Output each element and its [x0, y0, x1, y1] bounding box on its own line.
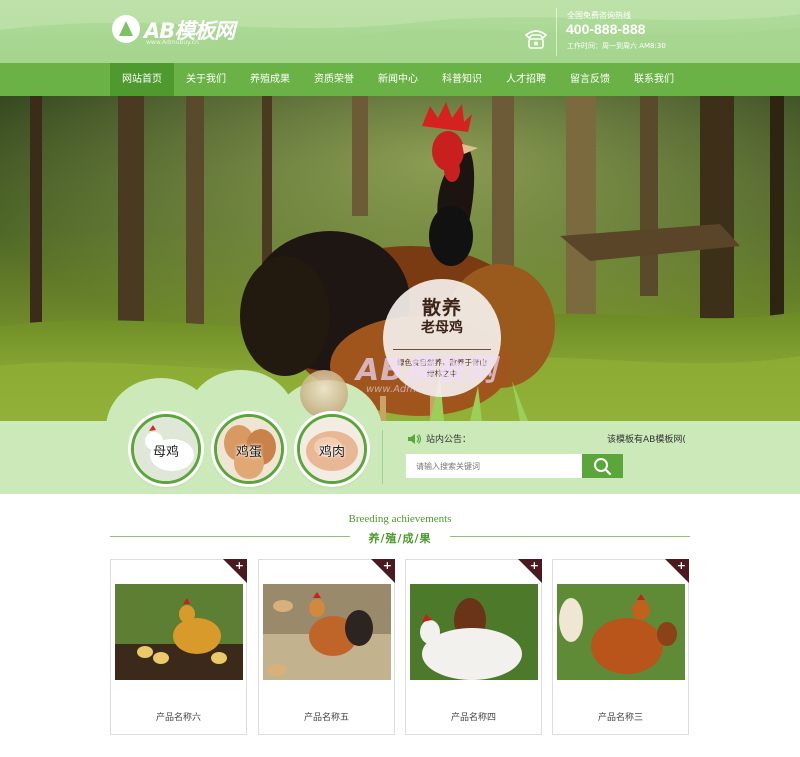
- product-name[interactable]: 产品名称六: [111, 710, 246, 723]
- notice-text[interactable]: 该模板有AB模板网(: [607, 432, 686, 445]
- plus-icon[interactable]: +: [383, 559, 392, 572]
- product-name[interactable]: 产品名称三: [553, 710, 688, 723]
- category-hen[interactable]: 母鸡: [131, 414, 201, 484]
- badge-title: 散养: [421, 297, 462, 319]
- search-button[interactable]: [582, 454, 623, 478]
- notice-label: 站内公告：: [426, 435, 472, 445]
- product-name[interactable]: 产品名称四: [406, 710, 541, 723]
- product-card[interactable]: + 产品名称六: [110, 559, 247, 735]
- hotline-divider: [556, 8, 557, 56]
- product-photo: [115, 584, 243, 680]
- nav-item-feedback[interactable]: 留言反馈: [558, 63, 622, 96]
- nav-item-news[interactable]: 新闻中心: [366, 63, 430, 96]
- plus-icon[interactable]: +: [530, 559, 539, 572]
- watermark-logo: [300, 370, 348, 418]
- product-photo: [263, 584, 391, 680]
- section-title-cn: 养/殖/成/果: [350, 530, 450, 546]
- phone-icon: [524, 30, 548, 49]
- plus-icon[interactable]: +: [677, 559, 686, 572]
- plus-icon[interactable]: +: [235, 559, 244, 572]
- watermark-url: www.AdminBuy.cn: [366, 384, 459, 395]
- product-card[interactable]: + 产品名称五: [258, 559, 395, 735]
- watermark-text: AB模板网: [356, 353, 498, 388]
- category-meat[interactable]: 鸡肉: [297, 414, 367, 484]
- search-icon: [594, 458, 612, 475]
- product-name[interactable]: 产品名称五: [259, 710, 394, 723]
- main-nav: 网站首页 关于我们 养殖成果 资质荣誉 新闻中心 科普知识 人才招聘 留言反馈 …: [0, 63, 800, 96]
- category-label: 鸡肉: [318, 445, 345, 460]
- section-title-en: Breeding achievements: [348, 513, 452, 525]
- nav-item-honors[interactable]: 资质荣誉: [302, 63, 366, 96]
- nav-item-about[interactable]: 关于我们: [174, 63, 238, 96]
- site-logo[interactable]: AB模板网 www.Admubuy.cn: [112, 15, 235, 47]
- nav-item-contact[interactable]: 联系我们: [622, 63, 686, 96]
- product-card[interactable]: + 产品名称三: [552, 559, 689, 735]
- product-card[interactable]: + 产品名称四: [405, 559, 542, 735]
- product-photo: [410, 584, 538, 680]
- badge-subtitle: 老母鸡: [421, 320, 463, 336]
- hotline-number: 400-888-888: [566, 21, 646, 37]
- nav-item-home[interactable]: 网站首页: [110, 63, 174, 96]
- nav-item-science[interactable]: 科普知识: [430, 63, 494, 96]
- category-label: 母鸡: [152, 445, 179, 460]
- hotline-title: 全国免费咨询热线: [567, 11, 631, 20]
- logo-icon: [112, 15, 140, 43]
- category-eggs[interactable]: 鸡蛋: [214, 414, 284, 484]
- nav-item-jobs[interactable]: 人才招聘: [494, 63, 558, 96]
- category-label: 鸡蛋: [235, 445, 262, 460]
- hotline-hours: 工作时间：周一到周六 AM8:30: [567, 42, 666, 50]
- site-header: AB模板网 www.Admubuy.cn 全国免费咨询热线 400-888-88…: [0, 0, 800, 63]
- speaker-icon: [408, 434, 422, 444]
- logo-subtext: www.Admubuy.cn: [146, 39, 199, 46]
- band-divider: [382, 430, 383, 484]
- search-input[interactable]: [406, 454, 582, 478]
- product-photo: [557, 584, 685, 680]
- nav-item-breeding[interactable]: 养殖成果: [238, 63, 302, 96]
